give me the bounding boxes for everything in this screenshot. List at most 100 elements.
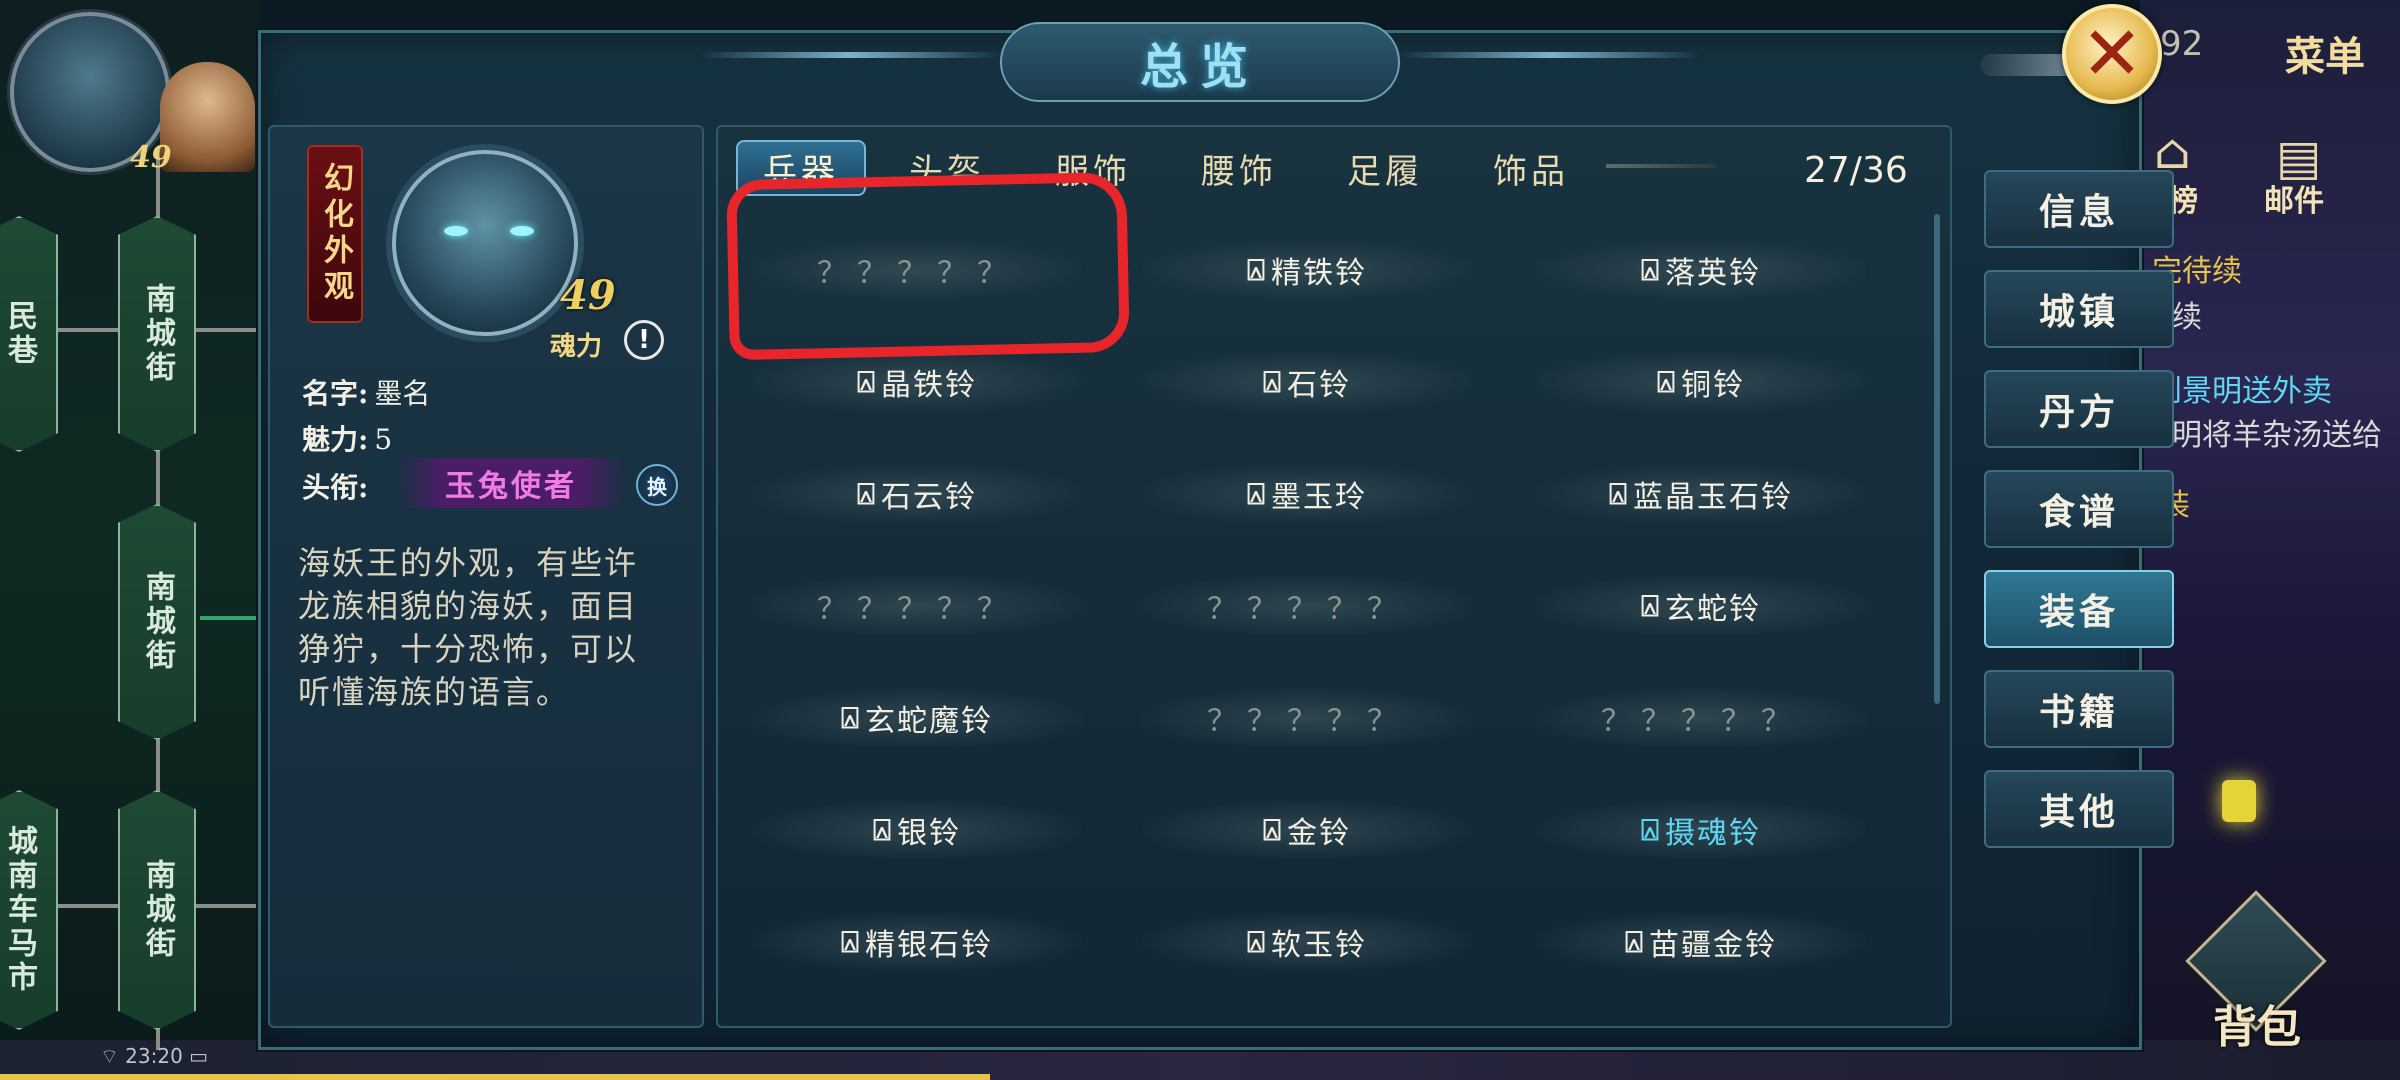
name-value: 墨名 <box>374 377 431 410</box>
menu-button[interactable]: 菜单 <box>2285 24 2365 82</box>
player-level: 49 <box>130 140 172 175</box>
bag-label: 背包 <box>2213 1002 2301 1053</box>
equipment-item-name: 石云铃 <box>881 480 977 515</box>
soul-power-label: 魂力 <box>550 332 603 362</box>
equipment-item-locked[interactable]: ？？？？？ <box>1142 576 1472 636</box>
equipment-item[interactable]: ⍓ 摄魂铃 <box>1536 800 1866 860</box>
equipment-item-name: 落英铃 <box>1665 256 1761 291</box>
progress-strip <box>0 1074 990 1080</box>
title-label: 头衔: <box>302 471 369 504</box>
panel-title: 总览 <box>1139 39 1260 95</box>
equipment-item-name: ？？？？？ <box>1207 592 1407 627</box>
side-tab-cookbook[interactable]: 食谱 <box>1984 470 2174 548</box>
close-icon: ✕ <box>2080 11 2143 97</box>
name-field: 名字: 墨名 <box>302 372 430 412</box>
bell-icon: ⍓ <box>1247 476 1267 512</box>
equipment-item[interactable]: ⍓ 精银石铃 <box>752 912 1082 972</box>
tab-accessory[interactable]: 饰品 <box>1466 140 1596 196</box>
side-tab-recipes[interactable]: 丹方 <box>1984 370 2174 448</box>
character-portrait[interactable] <box>392 150 578 336</box>
equipment-item-name: 墨玉玲 <box>1271 480 1367 515</box>
equipment-item[interactable]: ⍓ 落英铃 <box>1536 240 1866 300</box>
bell-icon: ⍓ <box>1657 364 1677 400</box>
bell-icon: ⍓ <box>1247 924 1267 960</box>
wifi-icon: ⌔ <box>100 1044 119 1068</box>
map-street-nanchengjie[interactable]: 南城街 <box>118 216 196 452</box>
equipment-item-name: 晶铁铃 <box>881 368 977 403</box>
equipment-item[interactable]: ⍓ 石云铃 <box>752 464 1082 524</box>
bell-icon: ⍓ <box>1247 252 1267 288</box>
charm-value: 5 <box>374 423 393 456</box>
equipment-item[interactable]: ⍓ 铜铃 <box>1536 352 1866 412</box>
close-button[interactable]: ✕ <box>2062 4 2162 104</box>
equipment-item[interactable]: ⍓ 墨玉玲 <box>1142 464 1472 524</box>
equipment-item[interactable]: ⍓ 石铃 <box>1142 352 1472 412</box>
equipment-item-name: 精铁铃 <box>1271 256 1367 291</box>
side-tab-equipment[interactable]: 装备 <box>1984 570 2174 648</box>
map-street-chengnan-market[interactable]: 城南车马市 <box>0 790 58 1030</box>
quest-desc: 明将羊杂汤送给 <box>2172 418 2382 453</box>
info-alert-icon[interactable]: ! <box>624 320 664 360</box>
map-street-nanchengjie[interactable]: 南城街 <box>118 504 196 740</box>
equipment-item-name: 石铃 <box>1287 368 1351 403</box>
equipment-item-name: 苗疆金铃 <box>1649 928 1777 963</box>
equipment-item[interactable]: ⍓ 苗疆金铃 <box>1536 912 1866 972</box>
equipment-item[interactable]: ⍓ 晶铁铃 <box>752 352 1082 412</box>
grid-scrollbar[interactable] <box>1934 214 1940 704</box>
equipment-item-name: 摄魂铃 <box>1665 816 1761 851</box>
equipment-item[interactable]: ⍓ 软玉铃 <box>1142 912 1472 972</box>
quest-title[interactable]: 到景明送外卖 <box>2152 366 2332 410</box>
equipment-item-name: 玄蛇魔铃 <box>865 704 993 739</box>
equipment-item[interactable]: ⍓ 精铁铃 <box>1142 240 1472 300</box>
equipment-item[interactable]: ⍓ 玄蛇铃 <box>1536 576 1866 636</box>
status-bar-time: ⌔ 23:20 ▭ <box>100 1044 208 1069</box>
equipment-item-name: 玄蛇铃 <box>1665 592 1761 627</box>
side-tab-info[interactable]: 信息 <box>1984 170 2174 248</box>
bag-button[interactable]: 背包 <box>2185 890 2327 1055</box>
map-street-nanchengjie[interactable]: 南城街 <box>118 790 196 1030</box>
swap-title-button[interactable]: 换 <box>636 464 678 506</box>
bell-icon: ⍓ <box>841 924 861 960</box>
equipment-item-name: ？？？？？ <box>1207 704 1407 739</box>
bell-icon: ⍓ <box>1641 252 1661 288</box>
bell-icon: ⍓ <box>1263 812 1283 848</box>
tab-waist[interactable]: 腰饰 <box>1174 140 1304 196</box>
bell-icon: ⍓ <box>1641 812 1661 848</box>
side-tab-town[interactable]: 城镇 <box>1984 270 2174 348</box>
equipment-item-locked[interactable]: ？？？？？ <box>752 576 1082 636</box>
equipment-item-name: 软玉铃 <box>1271 928 1367 963</box>
map-street-minxiang[interactable]: 民巷 <box>0 216 58 452</box>
side-tab-books[interactable]: 书籍 <box>1984 670 2174 748</box>
equipment-item-name: 银铃 <box>897 816 961 851</box>
charm-field: 魅力: 5 <box>302 418 392 458</box>
equipment-item-locked[interactable]: ？？？？？ <box>1536 688 1866 748</box>
portrait-eyes <box>444 226 534 240</box>
companion-avatar[interactable] <box>160 62 255 172</box>
equipment-item[interactable]: ⍓ 金铃 <box>1142 800 1472 860</box>
equipment-item-name: 铜铃 <box>1681 368 1745 403</box>
tab-shoes[interactable]: 足履 <box>1320 140 1450 196</box>
equipment-item-name: 蓝晶玉石铃 <box>1633 480 1793 515</box>
red-annotation-circle <box>726 171 1130 361</box>
side-tab-other[interactable]: 其他 <box>1984 770 2174 848</box>
battery-icon: ▭ <box>189 1044 209 1068</box>
name-label: 名字: <box>302 377 369 410</box>
appearance-banner-label: 幻化外观 <box>318 162 353 306</box>
equipment-item[interactable]: ⍓ 蓝晶玉石铃 <box>1536 464 1866 524</box>
equipment-item[interactable]: ⍓ 玄蛇魔铃 <box>752 688 1082 748</box>
bell-icon: ⍓ <box>857 476 877 512</box>
appearance-banner: 幻化外观 <box>307 145 363 323</box>
equipment-item-name: 精银石铃 <box>865 928 993 963</box>
equipment-item-name: ？？？？？ <box>817 592 1017 627</box>
bell-icon: ⍓ <box>857 364 877 400</box>
title-ornament <box>1400 52 1700 58</box>
equipment-item-name: ？？？？？ <box>1601 704 1801 739</box>
lantern-light <box>2222 780 2256 822</box>
time-text: 23:20 <box>125 1044 183 1068</box>
charm-label: 魅力: <box>302 423 369 456</box>
map-path-highlight <box>200 616 260 620</box>
equipment-item-locked[interactable]: ？？？？？ <box>1142 688 1472 748</box>
quest-desc: 续 <box>2172 300 2202 335</box>
mail-button[interactable]: 邮件 <box>2264 176 2324 220</box>
equipment-item[interactable]: ⍓ 银铃 <box>752 800 1082 860</box>
